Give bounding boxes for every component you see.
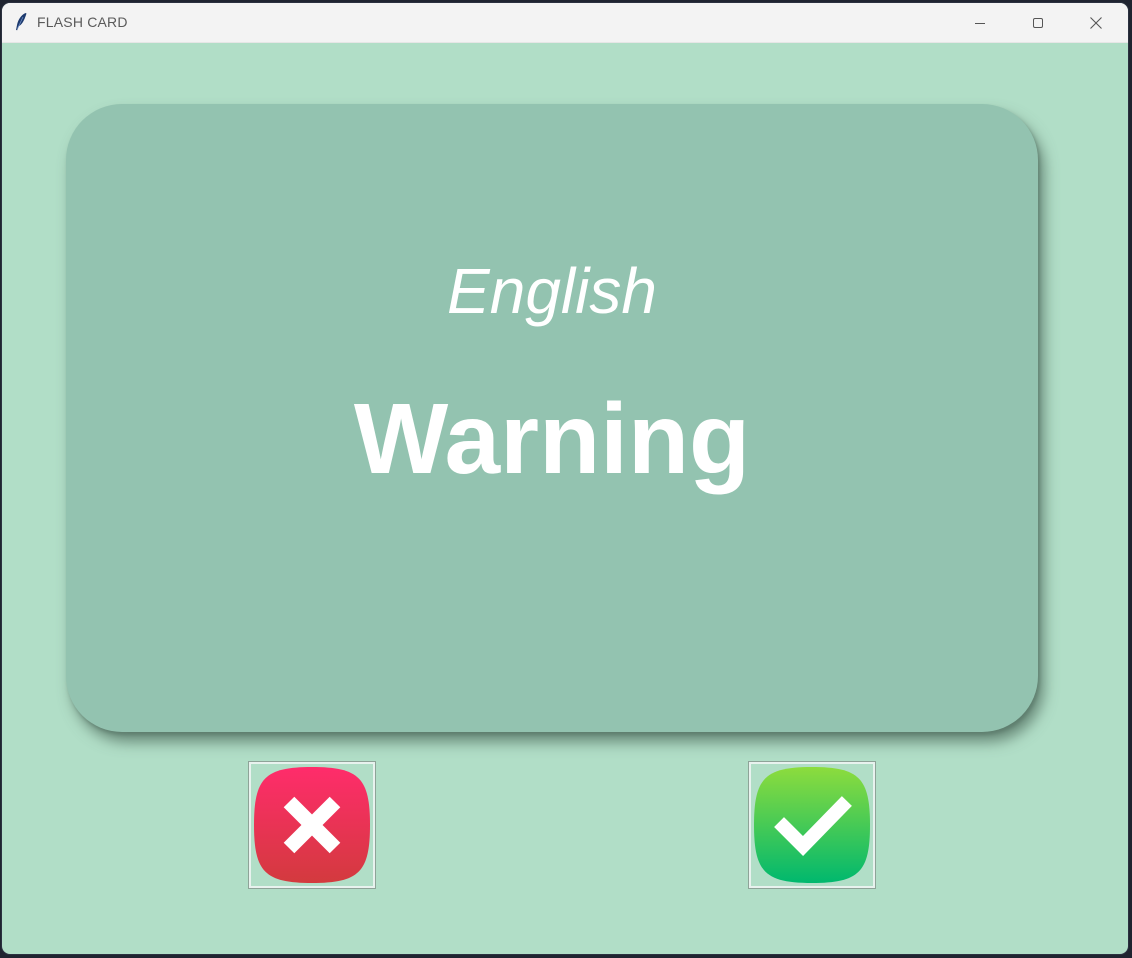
maximize-icon	[1033, 17, 1043, 28]
maximize-button[interactable]	[1010, 3, 1066, 42]
card-word: Warning	[353, 383, 751, 495]
app-window: FLASH CARD English Warning	[2, 3, 1128, 954]
minimize-button[interactable]	[952, 3, 1008, 42]
right-button[interactable]	[748, 761, 876, 889]
close-icon	[1090, 16, 1102, 29]
minimize-icon	[975, 22, 985, 24]
cross-icon	[254, 767, 370, 883]
close-button[interactable]	[1068, 3, 1124, 42]
wrong-button[interactable]	[248, 761, 376, 889]
check-icon	[754, 767, 870, 883]
card-face: English Warning	[66, 104, 1038, 732]
feather-icon	[16, 13, 27, 31]
card-language: English	[447, 255, 657, 327]
window-title: FLASH CARD	[37, 14, 128, 30]
flash-card: English Warning	[66, 104, 1038, 732]
title-bar[interactable]: FLASH CARD	[2, 3, 1128, 43]
